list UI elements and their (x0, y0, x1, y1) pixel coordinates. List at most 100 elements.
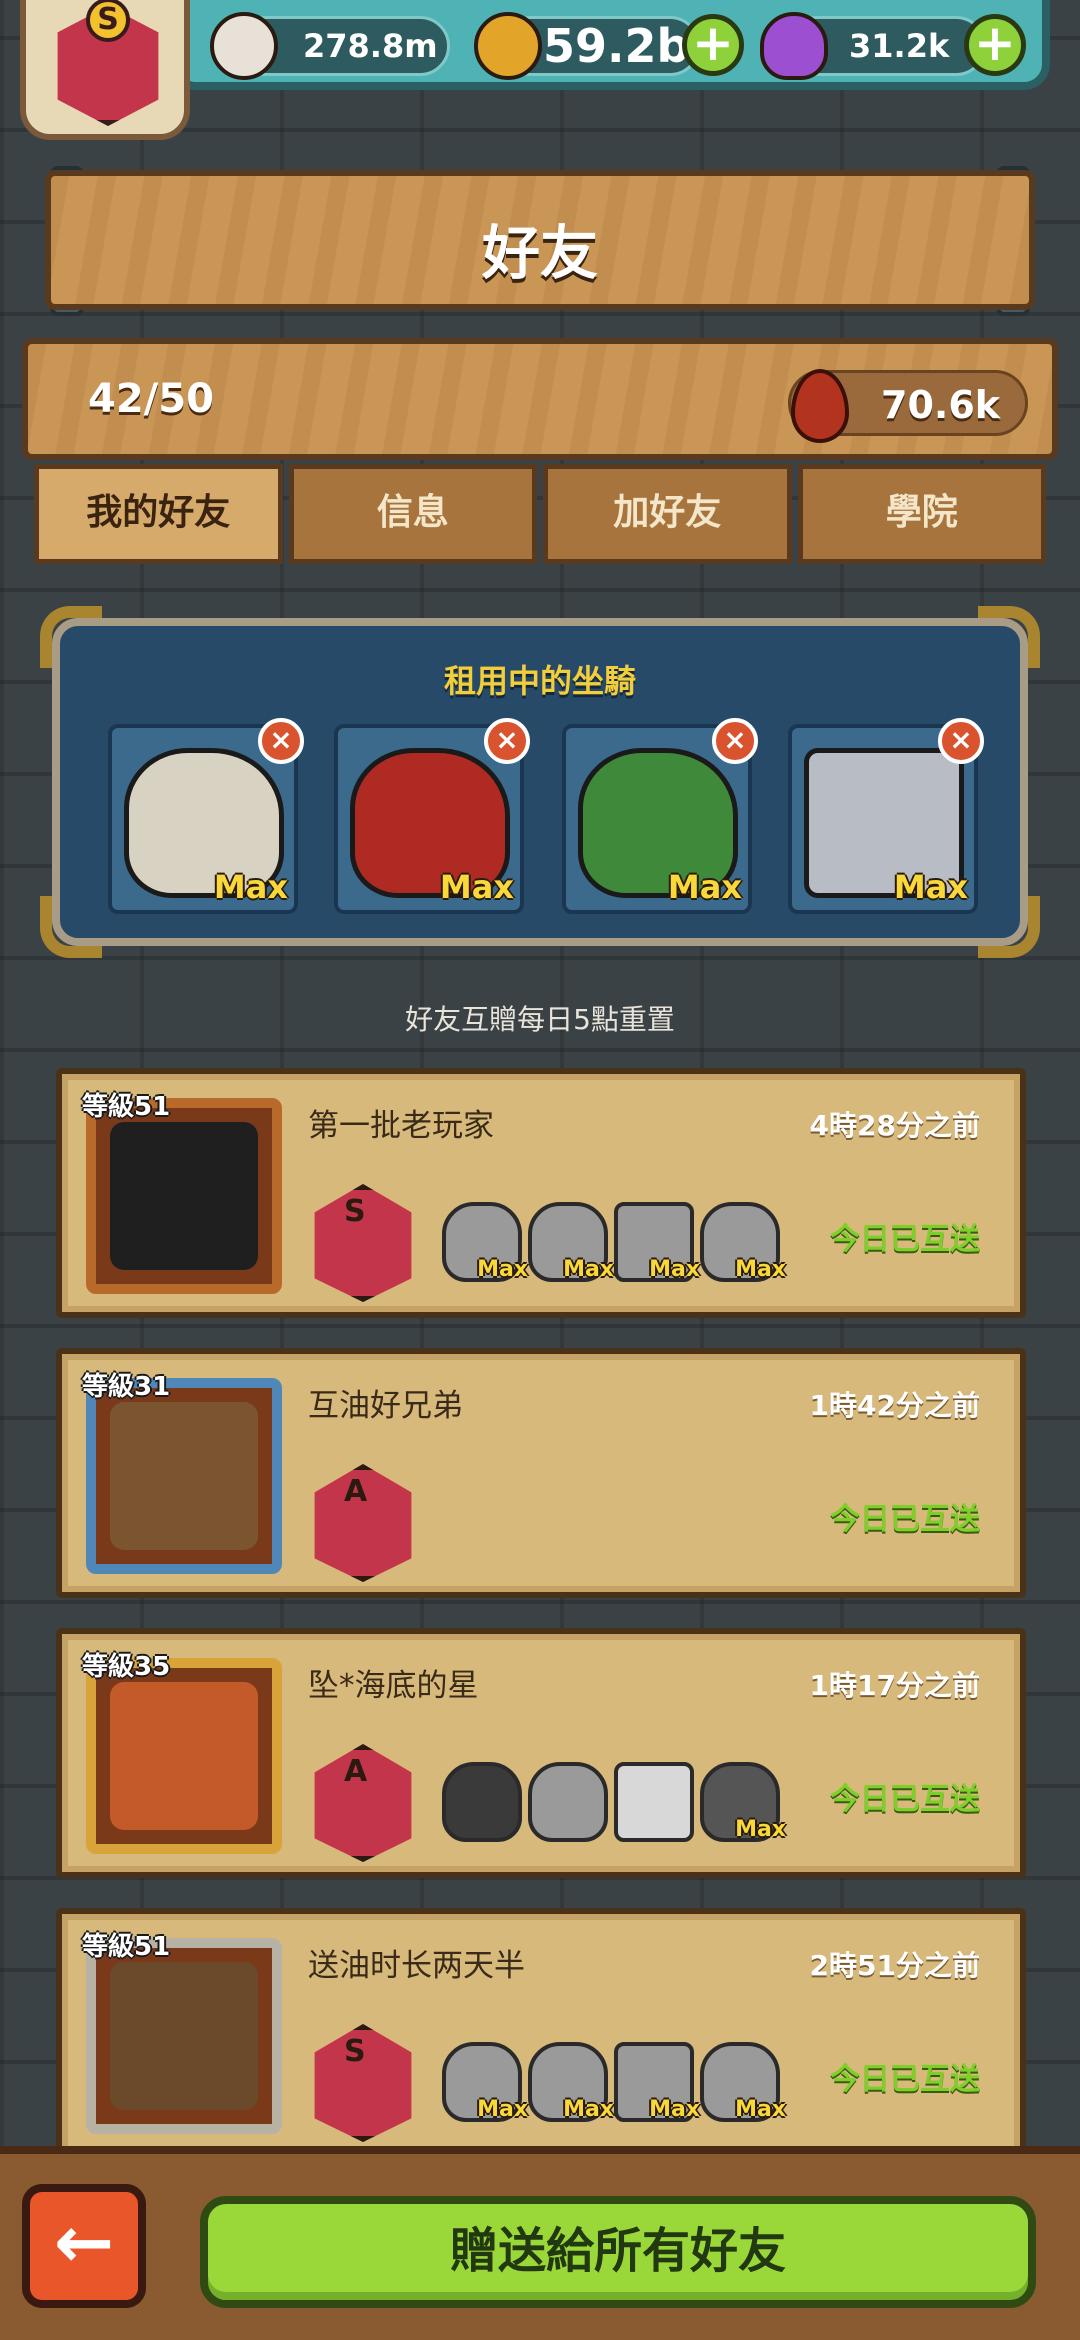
friend-mount-icon: Max (700, 1762, 786, 1842)
friend-rank-letter: S (344, 1194, 366, 1229)
remove-mount-button[interactable]: × (712, 718, 758, 764)
eyeball-value: 278.8m (303, 27, 438, 65)
rented-mount-slot[interactable]: Max × (788, 718, 984, 914)
send-to-all-friends-button[interactable]: 贈送給所有好友 (200, 2196, 1036, 2308)
daily-reset-note: 好友互贈每日5點重置 (405, 1003, 675, 1036)
max-label: Max (893, 868, 968, 906)
coin-value: 59.2b (543, 19, 690, 73)
friend-rank-badge-icon: S (314, 1184, 412, 1302)
avatar (110, 1962, 258, 2110)
friend-mount-icon (614, 1762, 694, 1842)
rented-mounts-title: 租用中的坐騎 (443, 662, 636, 700)
rented-mount-slot[interactable]: Max × (334, 718, 530, 914)
add-coin-button[interactable]: + (682, 14, 744, 76)
friend-rank-badge-icon: A (314, 1744, 412, 1862)
friend-mount-icon: Max (528, 2042, 614, 2122)
tab-messages[interactable]: 信息 (288, 464, 537, 564)
back-button[interactable]: ← (22, 2184, 146, 2308)
title-board: 好友 (45, 170, 1035, 310)
page-title: 好友 (481, 219, 598, 287)
friend-name: 互油好兄弟 (308, 1388, 463, 1424)
friend-level: 等級31 (82, 1372, 171, 1402)
avatar (110, 1682, 258, 1830)
mount-max-label: Max (563, 2097, 614, 2122)
tab-my-friends[interactable]: 我的好友 (34, 464, 283, 564)
friend-mount-icon: Max (528, 1202, 614, 1282)
mount-max-label: Max (477, 2097, 528, 2122)
friend-mount-icon: Max (614, 2042, 700, 2122)
rented-mount-slot[interactable]: Max × (562, 718, 758, 914)
add-potion-button[interactable]: + (964, 14, 1026, 76)
friend-mount-icon: Max (442, 2042, 528, 2122)
mount-max-label: Max (735, 1817, 786, 1842)
friend-gift-status: 今日已互送 (830, 2062, 980, 2097)
mount-max-label: Max (735, 2097, 786, 2122)
remove-mount-button[interactable]: × (938, 718, 984, 764)
max-label: Max (667, 868, 742, 906)
friend-avatar-frame[interactable] (86, 1378, 282, 1574)
friends-tabs: 我的好友 信息 加好友 學院 (34, 464, 1046, 564)
friend-mount-icon: Max (442, 1202, 528, 1282)
friend-last-seen: 1時17分之前 (809, 1669, 980, 1702)
friend-mount-icon (442, 1762, 522, 1842)
panel-corner-ornament (40, 606, 102, 668)
friend-level: 等級51 (82, 1932, 171, 1962)
friend-last-seen: 4時28分之前 (809, 1109, 980, 1142)
friend-card[interactable]: 等級35 坠*海底的星 1時17分之前 今日已互送 A Max (56, 1628, 1026, 1878)
coin-icon (474, 12, 542, 80)
friend-mount-icon: Max (700, 1202, 786, 1282)
potion-icon (760, 12, 828, 80)
friend-name: 送油时长两天半 (308, 1948, 525, 1984)
max-label: Max (439, 868, 514, 906)
friend-gift-status: 今日已互送 (830, 1222, 980, 1257)
friend-avatar-frame[interactable] (86, 1938, 282, 2134)
rank-letter: S (86, 0, 130, 42)
potion-value: 31.2k (849, 27, 950, 65)
friend-avatar-frame[interactable] (86, 1658, 282, 1854)
mount-max-label: Max (477, 1257, 528, 1282)
friend-mount-icon (528, 1762, 608, 1842)
eyeball-icon (210, 12, 278, 80)
mount-max-label: Max (563, 1257, 614, 1282)
friend-mount-icon: Max (700, 2042, 786, 2122)
friend-card[interactable]: 等級51 第一批老玩家 4時28分之前 今日已互送 S Max Max Max … (56, 1068, 1026, 1318)
friend-rank-letter: A (344, 1754, 368, 1789)
mount-max-label: Max (649, 2097, 700, 2122)
blood-value: 70.6k (881, 383, 1001, 427)
back-arrow-icon: ← (53, 2200, 115, 2284)
mount-max-label: Max (735, 1257, 786, 1282)
friend-mount-icon: Max (614, 1202, 700, 1282)
max-label: Max (213, 868, 288, 906)
blood-counter: 70.6k (788, 369, 1028, 443)
friend-card[interactable]: 等級31 互油好兄弟 1時42分之前 今日已互送 A (56, 1348, 1026, 1598)
rented-mount-slot[interactable]: Max × (108, 718, 304, 914)
tab-add-friend[interactable]: 加好友 (543, 464, 792, 564)
friend-card[interactable]: 等級51 送油时长两天半 2時51分之前 今日已互送 S Max Max Max… (56, 1908, 1026, 2158)
friend-gift-status: 今日已互送 (830, 1782, 980, 1817)
remove-mount-button[interactable]: × (484, 718, 530, 764)
tab-academy[interactable]: 學院 (797, 464, 1046, 564)
remove-mount-button[interactable]: × (258, 718, 304, 764)
friend-rank-letter: S (344, 2034, 366, 2069)
blood-drop-icon (791, 369, 849, 443)
friends-info-board: 42/50 70.6k (22, 338, 1058, 460)
player-rank-badge[interactable]: S (20, 0, 190, 140)
friend-avatar-frame[interactable] (86, 1098, 282, 1294)
friend-name: 坠*海底的星 (308, 1668, 479, 1704)
panel-corner-ornament (978, 606, 1040, 668)
friend-last-seen: 1時42分之前 (809, 1389, 980, 1422)
rented-mounts-panel: 租用中的坐騎 Max × Max × Max × Max × (52, 618, 1028, 946)
panel-corner-ornament (978, 896, 1040, 958)
friend-rank-badge-icon: S (314, 2024, 412, 2142)
avatar (110, 1402, 258, 1550)
friend-level: 等級35 (82, 1652, 171, 1682)
friend-count: 42/50 (88, 376, 214, 422)
friend-last-seen: 2時51分之前 (809, 1949, 980, 1982)
mount-max-label: Max (649, 1257, 700, 1282)
friend-name: 第一批老玩家 (308, 1108, 494, 1144)
avatar (110, 1122, 258, 1270)
friend-level: 等級51 (82, 1092, 171, 1122)
friend-rank-letter: A (344, 1474, 368, 1509)
friend-gift-status: 今日已互送 (830, 1502, 980, 1537)
panel-corner-ornament (40, 896, 102, 958)
